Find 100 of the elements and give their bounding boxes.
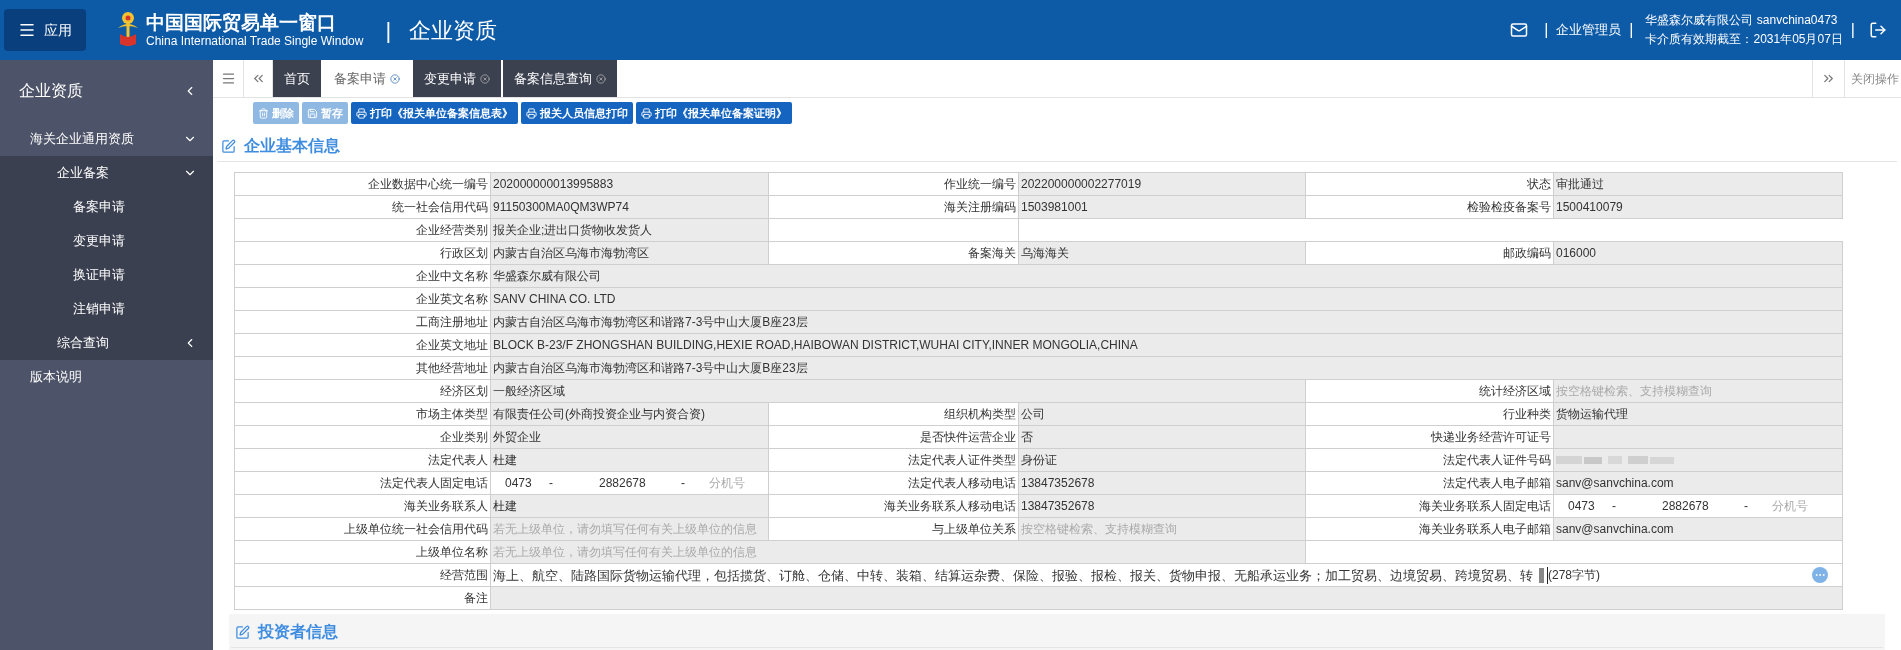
tab[interactable]: 变更申请 bbox=[413, 60, 501, 97]
field-value: sanv@sanvchina.com bbox=[1553, 517, 1843, 541]
dash: - bbox=[681, 474, 686, 492]
field-label: 作业统一编号 bbox=[768, 172, 1019, 196]
field-value: 报关企业;进出口货物收发货人 bbox=[490, 218, 769, 242]
mail-icon[interactable] bbox=[1510, 21, 1529, 39]
card-expiry: 卡介质有效期截至：2031年05月07日 bbox=[1645, 31, 1843, 48]
section-title: 企业基本信息 bbox=[244, 136, 340, 156]
field-value: 1500410079 bbox=[1553, 195, 1843, 219]
close-icon[interactable] bbox=[480, 73, 490, 84]
field-label: 企业类别 bbox=[234, 425, 491, 449]
field-label: 工商注册地址 bbox=[234, 310, 491, 334]
field-value: 货物运输代理 bbox=[1553, 402, 1843, 426]
close-icon[interactable] bbox=[390, 73, 400, 84]
field-label: 邮政编码 bbox=[1305, 241, 1554, 265]
field-value: SANV CHINA CO. LTD bbox=[490, 287, 1843, 311]
edit-icon bbox=[235, 624, 250, 640]
field-value: 外贸企业 bbox=[490, 425, 769, 449]
field-label: 快递业务经营许可证号 bbox=[1305, 425, 1554, 449]
dash: - bbox=[549, 474, 554, 492]
header-separator: | bbox=[1629, 20, 1634, 40]
field-value: 13847352678 bbox=[1018, 471, 1306, 495]
field-value: 华盛森尔威有限公司 bbox=[490, 264, 1843, 288]
dash: - bbox=[1744, 497, 1749, 515]
field-label: 与上级单位关系 bbox=[768, 517, 1019, 541]
header-separator: | bbox=[1544, 20, 1549, 40]
dash: - bbox=[1612, 497, 1617, 515]
field-value: sanv@sanvchina.com bbox=[1553, 471, 1843, 495]
field-value: 审批通过 bbox=[1553, 172, 1843, 196]
app-menu-button[interactable]: 应用 bbox=[4, 9, 86, 51]
field-label: 行政区划 bbox=[234, 241, 491, 265]
field-label: 备注 bbox=[234, 586, 491, 610]
field-value: BLOCK B-23/F ZHONGSHAN BUILDING,HEXIE ROAD,HAIBOWAN DISTRICT,WUHAI CITY,INNER MONGOLIA,CHINA bbox=[490, 333, 1843, 357]
sidebar-header[interactable]: 企业资质 bbox=[0, 60, 213, 122]
text-cursor bbox=[1547, 566, 1548, 584]
more-button[interactable] bbox=[1812, 567, 1828, 583]
field-label: 企业中文名称 bbox=[234, 264, 491, 288]
section-title: 投资者信息 bbox=[258, 622, 338, 642]
field-label: 法定代表人移动电话 bbox=[768, 471, 1019, 495]
field-label: 状态 bbox=[1305, 172, 1554, 196]
field-label: 海关业务联系人移动电话 bbox=[768, 494, 1019, 518]
user-role: 企业管理员 bbox=[1556, 21, 1622, 40]
field-label: 组织机构类型 bbox=[768, 402, 1019, 426]
logout-icon[interactable] bbox=[1869, 21, 1887, 39]
field-value: 一般经济区域 bbox=[490, 379, 1306, 403]
printer-icon bbox=[356, 107, 367, 119]
close-operations-menu[interactable]: 关闭操作 bbox=[1845, 60, 1901, 97]
field-label: 上级单位名称 bbox=[234, 540, 491, 564]
field-value: 91150300MA0QM3WP74 bbox=[490, 195, 769, 219]
field-label: 行业种类 bbox=[1305, 402, 1554, 426]
field-label: 统一社会信用代码 bbox=[234, 195, 491, 219]
field-label: 海关业务联系人固定电话 bbox=[1305, 494, 1554, 518]
tab[interactable]: 首页 bbox=[273, 60, 321, 97]
field-label: 法定代表人固定电话 bbox=[234, 471, 491, 495]
business-scope-text[interactable]: 海上、航空、陆路国际货物运输代理，包括揽货、订舱、仓储、中转、装箱、结算运杂费、保险、报验、报检、报关、货物申报、无船承运业务；加工贸易、边境贸易、跨境贸易、转 bbox=[493, 565, 1533, 585]
phone-number[interactable]: 2882678 bbox=[599, 473, 681, 493]
field-label: 是否快件运营企业 bbox=[768, 425, 1019, 449]
field-label: 统计经济区域 bbox=[1305, 379, 1554, 403]
trash-icon bbox=[258, 107, 269, 119]
module-title: 企业资质 bbox=[409, 16, 498, 45]
field-value: 乌海海关 bbox=[1018, 241, 1306, 265]
field-value: 13847352678 bbox=[1018, 494, 1306, 518]
toolbar-button[interactable]: 打印《报关单位备案证明》 bbox=[636, 102, 792, 124]
field-label: 企业英文名称 bbox=[234, 287, 491, 311]
field-value: 内蒙古自治区乌海市海勃湾区 bbox=[490, 241, 769, 265]
menu-icon bbox=[18, 21, 36, 39]
tab[interactable]: 备案信息查询 bbox=[503, 60, 617, 97]
field-label: 上级单位统一社会信用代码 bbox=[234, 517, 491, 541]
field-value: 1503981001 bbox=[1018, 195, 1306, 219]
field-label: 市场主体类型 bbox=[234, 402, 491, 426]
field-label: 海关业务联系人电子邮箱 bbox=[1305, 517, 1554, 541]
field-value: 杜建 bbox=[490, 494, 769, 518]
field-value: 202200000002277019 bbox=[1018, 172, 1306, 196]
field-value: 杜建 bbox=[490, 448, 769, 472]
site-title: 中国国际贸易单一窗口 bbox=[146, 10, 337, 35]
field-value: 身份证 bbox=[1018, 448, 1306, 472]
toolbar-button[interactable]: 打印《报关单位备案信息表》 bbox=[351, 102, 518, 124]
field-label: 备案海关 bbox=[768, 241, 1019, 265]
byte-count: (278字节) bbox=[1548, 566, 1600, 584]
phone-number[interactable]: 2882678 bbox=[1662, 496, 1744, 516]
area-code[interactable]: 0473 bbox=[1556, 496, 1612, 516]
toolbar-button[interactable]: 报关人员信息打印 bbox=[521, 102, 633, 124]
field-label: 法定代表人 bbox=[234, 448, 491, 472]
printer-icon bbox=[526, 107, 537, 119]
field-value: 016000 bbox=[1553, 241, 1843, 265]
field-label: 企业经营类别 bbox=[234, 218, 491, 242]
field-label: 经济区划 bbox=[234, 379, 491, 403]
field-label: 法定代表人证件号码 bbox=[1305, 448, 1554, 472]
close-icon[interactable] bbox=[596, 73, 606, 84]
site-subtitle: China International Trade Single Window bbox=[146, 34, 364, 50]
scrollbar-thumb bbox=[1539, 567, 1544, 583]
field-label: 法定代表人电子邮箱 bbox=[1305, 471, 1554, 495]
field-value: 有限责任公司(外商投资企业与内资合资) bbox=[490, 402, 769, 426]
area-code[interactable]: 0473 bbox=[493, 473, 549, 493]
title-separator: | bbox=[385, 16, 392, 45]
edit-icon bbox=[221, 138, 236, 154]
field-value: 内蒙古自治区乌海市海勃湾区和谐路7-3号中山大厦B座23层 bbox=[490, 310, 1843, 334]
field-label: 海关业务联系人 bbox=[234, 494, 491, 518]
header-separator: | bbox=[1850, 20, 1855, 40]
field-label: 海关注册编码 bbox=[768, 195, 1019, 219]
